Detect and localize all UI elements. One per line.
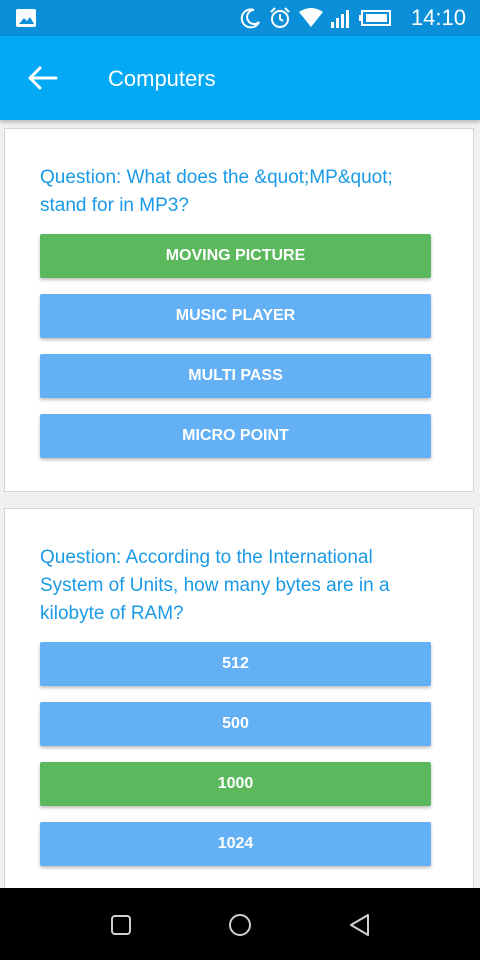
page-title: Computers (108, 66, 216, 91)
status-time: 14:10 (410, 5, 466, 30)
wifi-icon (299, 8, 323, 27)
circle-nav-icon[interactable] (227, 912, 253, 938)
answer-button[interactable]: 512 (40, 642, 431, 686)
triangle-back-nav-icon[interactable] (347, 912, 373, 938)
status-icons (240, 6, 392, 30)
navigation-bar (0, 888, 480, 960)
app-bar: Computers (0, 36, 480, 120)
answer-button[interactable]: MUSIC PLAYER (40, 294, 431, 338)
status-bar: 14:10 (0, 0, 480, 36)
moon-icon (240, 8, 260, 29)
answer-button[interactable]: 500 (40, 702, 431, 746)
question-text: Question: According to the International… (40, 547, 390, 624)
alarm-icon (270, 7, 290, 28)
question-text: Question: What does the &quot;MP&quot; s… (40, 167, 393, 216)
answer-button[interactable]: 1000 (40, 762, 431, 806)
answer-button[interactable]: 1024 (40, 822, 431, 866)
question-list[interactable]: Question: What does the &quot;MP&quot; s… (0, 120, 480, 888)
square-nav-icon[interactable] (108, 912, 134, 938)
signal-icon (331, 10, 349, 28)
battery-icon (359, 10, 391, 26)
answer-button[interactable]: MOVING PICTURE (40, 234, 431, 278)
arrow-back-icon[interactable] (26, 66, 58, 90)
answer-button[interactable]: MICRO POINT (40, 414, 431, 458)
gallery-icon (16, 9, 36, 27)
answer-button[interactable]: MULTI PASS (40, 354, 431, 398)
